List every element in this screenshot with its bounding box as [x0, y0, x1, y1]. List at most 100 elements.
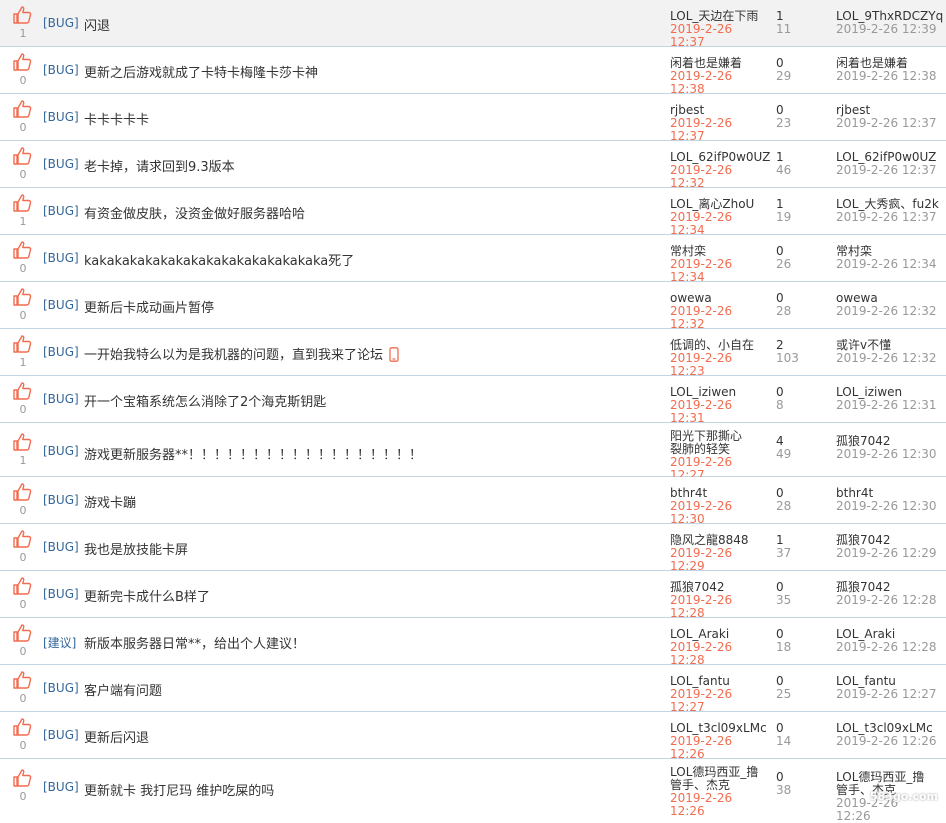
thread-type-link[interactable]: [BUG] [43, 681, 79, 695]
last-post-date[interactable]: 2019-2-26 12:34 [836, 258, 946, 271]
thread-type-link[interactable]: [BUG] [43, 16, 79, 30]
thread-type-link[interactable]: [BUG] [43, 728, 79, 742]
thread-row[interactable]: 1 [BUG] 一开始我特么以为是我机器的问题，直到我来了论坛 低调的、小自在 2… [0, 329, 946, 378]
thread-type-link[interactable]: [BUG] [43, 444, 79, 458]
thread-author[interactable]: 低调的、小自在 2019-2-26 12:23 [670, 339, 770, 378]
thread-row[interactable]: 0 [BUG] 卡卡卡卡卡 rjbest 2019-2-26 12:37 0 23 … [0, 94, 946, 143]
like-button[interactable]: 0 [12, 53, 34, 89]
thread-type-link[interactable]: [建议] [43, 634, 76, 651]
thread-title[interactable]: 闪退 [84, 15, 110, 34]
thread-type-link[interactable]: [BUG] [43, 345, 79, 359]
thread-title[interactable]: 老卡掉，请求回到9.3版本 [84, 156, 235, 175]
thread-title[interactable]: 更新之后游戏就成了卡特卡梅隆卡莎卡神 [84, 62, 318, 81]
thread-author[interactable]: LOL_Araki 2019-2-26 12:28 [670, 628, 770, 667]
like-button[interactable]: 0 [12, 382, 34, 418]
like-button[interactable]: 0 [12, 241, 34, 277]
last-post-date[interactable]: 2019-2-26 12:37 [836, 117, 946, 130]
thread-row[interactable]: 0 [建议] 新版本服务器日常**，给出个人建议！ LOL_Araki 2019-… [0, 618, 946, 667]
last-post[interactable]: rjbest 2019-2-26 12:37 [836, 104, 946, 130]
thread-row[interactable]: 0 [BUG] 更新后闪退 LOL_t3cl09xLMc 2019-2-26 12… [0, 712, 946, 761]
like-button[interactable]: 0 [12, 624, 34, 660]
last-post[interactable]: bthr4t 2019-2-26 12:30 [836, 487, 946, 513]
like-button[interactable]: 0 [12, 769, 34, 805]
like-button[interactable]: 0 [12, 530, 34, 566]
last-post[interactable]: LOL_iziwen 2019-2-26 12:31 [836, 386, 946, 412]
last-post[interactable]: LOL_Araki 2019-2-26 12:28 [836, 628, 946, 654]
thread-author[interactable]: rjbest 2019-2-26 12:37 [670, 104, 770, 143]
thread-row[interactable]: 0 [BUG] 更新就卡 我打尼玛 维护吃屎的吗 LOL德玛西亚_撸管手、杰克 2… [0, 759, 946, 823]
last-post-date[interactable]: 2019-2-26 12:28 [836, 641, 946, 654]
last-post[interactable]: LOL_fantu 2019-2-26 12:27 [836, 675, 946, 701]
last-post[interactable]: LOL_62ifP0w0UZ 2019-2-26 12:37 [836, 151, 946, 177]
last-post[interactable]: 常村栾 2019-2-26 12:34 [836, 245, 946, 271]
thread-author[interactable]: 常村栾 2019-2-26 12:34 [670, 245, 770, 284]
thread-type-link[interactable]: [BUG] [43, 110, 79, 124]
thread-author[interactable]: 隐风之龍8848 2019-2-26 12:29 [670, 534, 770, 573]
thread-type-link[interactable]: [BUG] [43, 780, 79, 794]
thread-author[interactable]: owewa 2019-2-26 12:32 [670, 292, 770, 331]
like-button[interactable]: 0 [12, 718, 34, 754]
thread-title[interactable]: 更新后卡成动画片暂停 [84, 297, 214, 316]
thread-author[interactable]: 孤狼7042 2019-2-26 12:28 [670, 581, 770, 620]
thread-row[interactable]: 0 [BUG] 开一个宝箱系统怎么消除了2个海克斯钥匙 LOL_iziwen 20… [0, 376, 946, 425]
last-post[interactable]: 孤狼7042 2019-2-26 12:29 [836, 534, 946, 560]
thread-title-text[interactable]: 一开始我特么以为是我机器的问题，直到我来了论坛 [84, 348, 383, 363]
thread-title[interactable]: 更新就卡 我打尼玛 维护吃屎的吗 [84, 780, 274, 799]
thread-title[interactable]: 开一个宝箱系统怎么消除了2个海克斯钥匙 [84, 391, 326, 410]
thread-author[interactable]: LOL_iziwen 2019-2-26 12:31 [670, 386, 770, 425]
last-post-date[interactable]: 2019-2-26 12:39 [836, 23, 946, 36]
thread-title[interactable]: 新版本服务器日常**，给出个人建议！ [84, 633, 305, 652]
thread-type-link[interactable]: [BUG] [43, 540, 79, 554]
thread-author[interactable]: 闲着也是嫌着 2019-2-26 12:38 [670, 57, 770, 96]
like-button[interactable]: 0 [12, 577, 34, 613]
like-button[interactable]: 1 [12, 6, 34, 42]
last-post[interactable]: LOL_t3cl09xLMc 2019-2-26 12:26 [836, 722, 946, 748]
thread-row[interactable]: 1 [BUG] 游戏更新服务器**！！！！！！！！！！！！！！！！！！ 阳光下那… [0, 423, 946, 482]
thread-type-link[interactable]: [BUG] [43, 587, 79, 601]
thread-title[interactable]: 游戏更新服务器**！！！！！！！！！！！！！！！！！！ [84, 444, 422, 463]
thread-type-link[interactable]: [BUG] [43, 251, 79, 265]
last-post-date[interactable]: 2019-2-26 12:37 [836, 211, 946, 224]
thread-row[interactable]: 0 [BUG] 更新后卡成动画片暂停 owewa 2019-2-26 12:32 … [0, 282, 946, 331]
thread-row[interactable]: 1 [BUG] 有资金做皮肤，没资金做好服务器哈哈 LOL_离心ZhoU 2019… [0, 188, 946, 237]
thread-title[interactable]: 我也是放技能卡屏 [84, 539, 188, 558]
last-post[interactable]: LOL_大秀疯、fu2k 2019-2-26 12:37 [836, 198, 946, 224]
thread-title[interactable]: 更新后闪退 [84, 727, 149, 746]
thread-author[interactable]: LOL_fantu 2019-2-26 12:27 [670, 675, 770, 714]
thread-title[interactable]: 游戏卡蹦 [84, 492, 136, 511]
thread-author[interactable]: 阳光下那撕心裂肺的轻笑 2019-2-26 12:27 [670, 430, 770, 482]
thread-author[interactable]: LOL德玛西亚_撸管手、杰克 2019-2-26 12:26 [670, 766, 770, 818]
thread-title[interactable]: 更新完卡成什么B样了 [84, 586, 210, 605]
thread-row[interactable]: 0 [BUG] 客户端有问题 LOL_fantu 2019-2-26 12:27 … [0, 665, 946, 714]
last-post-date[interactable]: 2019-2-26 12:28 [836, 594, 946, 607]
thread-type-link[interactable]: [BUG] [43, 63, 79, 77]
author-name[interactable]: 阳光下那撕心裂肺的轻笑 [670, 430, 742, 456]
last-post-date[interactable]: 2019-2-26 12:30 [836, 448, 946, 461]
thread-title[interactable]: 客户端有问题 [84, 680, 162, 699]
last-post[interactable]: 闲着也是嫌着 2019-2-26 12:38 [836, 57, 946, 83]
last-post-date[interactable]: 2019-2-26 12:30 [836, 500, 946, 513]
like-button[interactable]: 1 [12, 335, 34, 371]
like-button[interactable]: 0 [12, 288, 34, 324]
last-post[interactable]: owewa 2019-2-26 12:32 [836, 292, 946, 318]
thread-title[interactable]: kakakakakakakakakakakakakakakaka死了 [84, 250, 354, 269]
like-button[interactable]: 0 [12, 671, 34, 707]
last-post-date[interactable]: 2019-2-26 12:27 [836, 688, 946, 701]
last-post-date[interactable]: 2019-2-26 12:32 [836, 352, 946, 365]
last-post[interactable]: 孤狼7042 2019-2-26 12:30 [836, 435, 946, 461]
like-button[interactable]: 0 [12, 147, 34, 183]
like-button[interactable]: 1 [12, 433, 34, 469]
thread-row[interactable]: 0 [BUG] 更新之后游戏就成了卡特卡梅隆卡莎卡神 闲着也是嫌着 2019-2-… [0, 47, 946, 96]
last-post[interactable]: 或许v不懂 2019-2-26 12:32 [836, 339, 946, 365]
last-post-date[interactable]: 2019-2-26 12:29 [836, 547, 946, 560]
thread-row[interactable]: 0 [BUG] 更新完卡成什么B样了 孤狼7042 2019-2-26 12:28… [0, 571, 946, 620]
thread-row[interactable]: 0 [BUG] 老卡掉，请求回到9.3版本 LOL_62ifP0w0UZ 2019… [0, 141, 946, 190]
thread-type-link[interactable]: [BUG] [43, 204, 79, 218]
thread-type-link[interactable]: [BUG] [43, 493, 79, 507]
thread-row[interactable]: 0 [BUG] 游戏卡蹦 bthr4t 2019-2-26 12:30 0 28 b… [0, 477, 946, 526]
like-button[interactable]: 0 [12, 483, 34, 519]
thread-author[interactable]: LOL_离心ZhoU 2019-2-26 12:34 [670, 198, 770, 237]
last-post-date[interactable]: 2019-2-26 12:38 [836, 70, 946, 83]
thread-row[interactable]: 1 [BUG] 闪退 LOL_天边在下雨 2019-2-26 12:37 1 11 … [0, 0, 946, 49]
thread-row[interactable]: 0 [BUG] 我也是放技能卡屏 隐风之龍8848 2019-2-26 12:29… [0, 524, 946, 573]
